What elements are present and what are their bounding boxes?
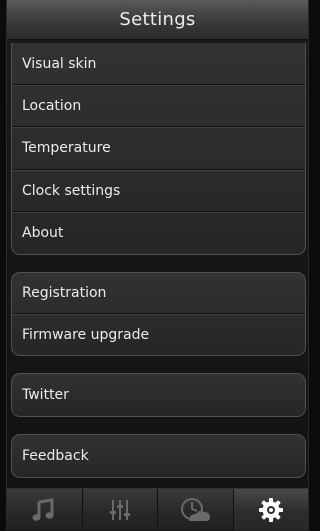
settings-item-visual-skin[interactable]: Visual skin — [12, 43, 305, 85]
settings-item-clock-settings[interactable]: Clock settings — [12, 170, 305, 212]
page-title: Settings — [119, 9, 196, 30]
settings-item-registration[interactable]: Registration — [12, 273, 305, 314]
settings-group-general: Visual skin Location Temperature Clock s… — [11, 43, 306, 255]
settings-item-about[interactable]: About — [12, 212, 305, 254]
tab-music[interactable] — [7, 489, 83, 531]
tab-equalizer[interactable] — [82, 489, 158, 531]
settings-group-device: Registration Firmware upgrade — [11, 272, 306, 356]
music-note-icon — [32, 498, 54, 521]
settings-item-location[interactable]: Location — [12, 85, 305, 127]
settings-item-twitter[interactable]: Twitter — [12, 374, 305, 416]
settings-group-feedback: Feedback — [11, 434, 306, 478]
bottom-tab-bar — [7, 488, 308, 531]
app-frame: Settings Visual skin Location Temperatur… — [6, 0, 309, 531]
title-bar: Settings — [7, 0, 308, 40]
equalizer-sliders-icon — [109, 500, 130, 520]
settings-item-temperature[interactable]: Temperature — [12, 127, 305, 170]
weather-clock-icon — [181, 498, 211, 521]
settings-group-social: Twitter — [11, 373, 306, 417]
settings-item-feedback[interactable]: Feedback — [12, 435, 305, 477]
tab-settings[interactable] — [233, 489, 308, 531]
gear-icon — [258, 498, 283, 522]
settings-item-firmware-upgrade[interactable]: Firmware upgrade — [12, 314, 305, 355]
tab-weather-clock[interactable] — [158, 489, 234, 531]
